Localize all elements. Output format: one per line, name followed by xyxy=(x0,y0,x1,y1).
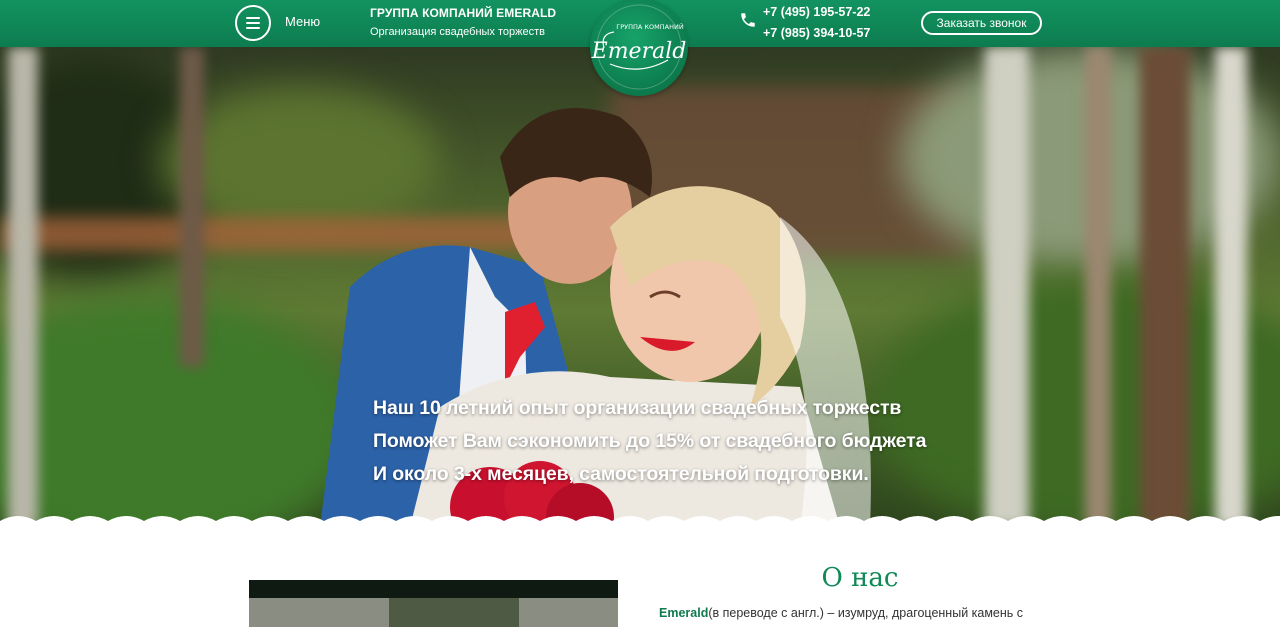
about-photo xyxy=(249,580,618,627)
hero-line-2: Поможет Вам сэкономить до 15% от свадебн… xyxy=(373,430,927,452)
about-text: Emerald(в переводе с англ.) – изумруд, д… xyxy=(659,606,1023,620)
phone-icon xyxy=(741,13,755,27)
hero-text: Наш 10 летний опыт организации свадебных… xyxy=(373,392,926,491)
hero-banner: Наш 10 летний опыт организации свадебных… xyxy=(0,47,1280,527)
callback-button[interactable]: Заказать звонок xyxy=(921,11,1042,35)
about-text-brand: Emerald xyxy=(659,606,709,620)
menu-icon[interactable] xyxy=(235,5,271,41)
logo-text-main: Emerald xyxy=(591,39,687,64)
about-text-rest: (в переводе с англ.) – изумруд, драгоцен… xyxy=(708,606,1024,620)
phone-number-2[interactable]: +7 (985) 394-10-57 xyxy=(763,26,870,40)
company-tagline: Организация свадебных торжеств xyxy=(370,26,545,38)
logo-text-top: ГРУППА КОМПАНИЙ xyxy=(616,22,684,31)
hero-line-3: И около 3-х месяцев, самостоятельной под… xyxy=(373,463,869,485)
about-title: О нас xyxy=(821,563,899,593)
menu-label[interactable]: Меню xyxy=(285,14,320,29)
wave-divider xyxy=(0,516,1280,527)
phone-number-1[interactable]: +7 (495) 195-57-22 xyxy=(763,5,870,19)
logo-graphic: ГРУППА КОМПАНИЙ Emerald xyxy=(591,4,687,90)
emerald-logo[interactable]: ГРУППА КОМПАНИЙ Emerald xyxy=(590,0,688,96)
hero-line-1: Наш 10 летний опыт организации свадебных… xyxy=(373,397,902,419)
company-name: ГРУППА КОМПАНИЙ EMERALD xyxy=(370,6,557,20)
